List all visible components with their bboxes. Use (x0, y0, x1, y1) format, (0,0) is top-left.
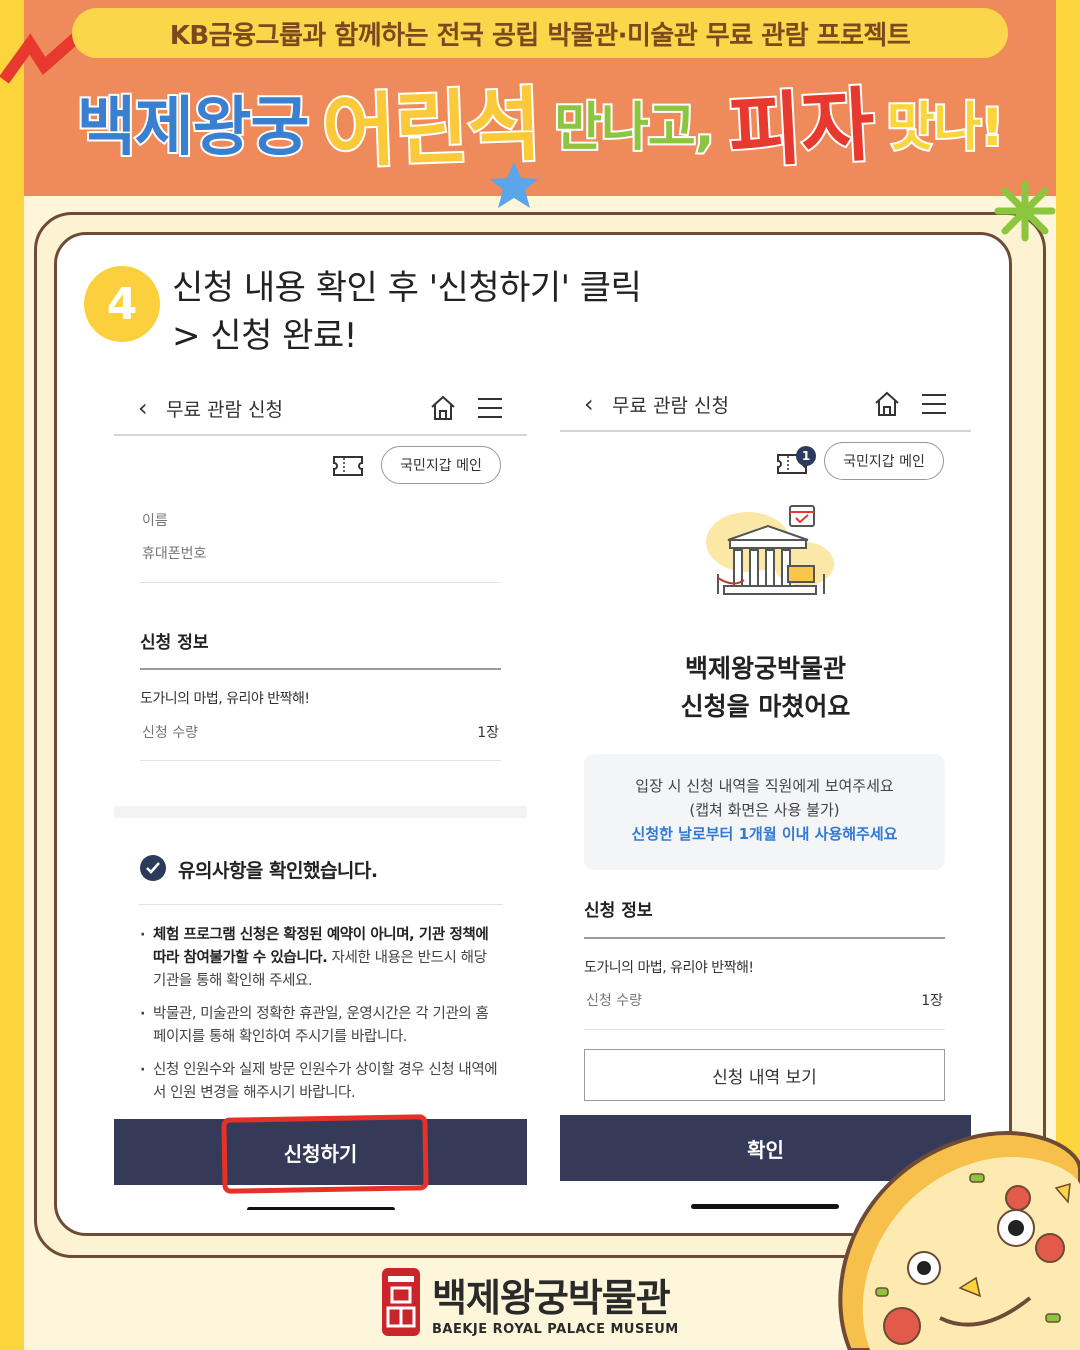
divider (138, 904, 503, 905)
hamburger-menu-icon[interactable] (921, 392, 947, 416)
check-circle-icon[interactable] (140, 855, 166, 881)
banner-text: KB금융그룹과 함께하는 전국 공립 박물관·미술관 무료 관람 프로젝트 (169, 20, 911, 51)
back-chevron-icon[interactable]: ‹ (138, 394, 148, 422)
application-form-screen: ‹ 무료 관람 신청 국민지갑 메인 이름 휴대폰번호 신청 정보 도가니의 마… (114, 378, 527, 1210)
info-box: 입장 시 신청 내역을 직원에게 보여주세요 (캡쳐 화면은 사용 불가) 신청… (584, 754, 945, 870)
qty-label: 신청 수량 (586, 993, 642, 1009)
info-line-3: 신청한 날로부터 1개월 이내 사용해주세요 (631, 825, 898, 843)
section-divider (140, 668, 501, 670)
qty-label: 신청 수량 (142, 725, 198, 741)
divider (584, 1029, 945, 1030)
qty-value: 1장 (921, 993, 943, 1009)
info-line-2: (캡쳐 화면은 사용 불가) (689, 801, 840, 819)
section-title: 신청 정보 (140, 633, 209, 653)
divider (140, 760, 501, 761)
museum-name-block: 백제왕궁박물관 BAEKJE ROYAL PALACE MUSEUM (432, 1267, 679, 1337)
headline-part-5: 맛나! (885, 96, 1006, 160)
ticket-count-badge: 1 (796, 446, 816, 466)
quantity-row: 신청 수량 1장 (586, 990, 943, 1010)
back-chevron-icon[interactable]: ‹ (584, 390, 594, 418)
program-name: 도가니의 마법, 유리야 반짝해! (140, 691, 310, 707)
home-icon[interactable] (429, 394, 457, 422)
header-pill: KB금융그룹과 함께하는 전국 공립 박물관·미술관 무료 관람 프로젝트 (72, 8, 1008, 58)
completion-title-line2: 신청을 마쳤어요 (680, 692, 851, 721)
section-title: 신청 정보 (584, 901, 653, 921)
quantity-row: 신청 수량 1장 (142, 722, 499, 742)
home-icon[interactable] (873, 390, 901, 418)
notice-item-2: 박물관, 미술관의 정확한 휴관일, 운영시간은 각 기관의 홈페이지를 통해 … (140, 1003, 500, 1049)
headline: 백제왕궁 어린석 만나고, 피자 맛나! (40, 62, 1040, 182)
notice-list: 체험 프로그램 신청은 확정된 예약이 아니며, 기관 정책에 따라 참여불가할… (140, 924, 500, 1115)
hamburger-menu-icon[interactable] (477, 396, 503, 420)
museum-illustration (706, 505, 834, 595)
section-divider (584, 937, 945, 939)
nav-title: 무료 관람 신청 (612, 395, 729, 417)
museum-name-en: BAEKJE ROYAL PALACE MUSEUM (432, 1322, 679, 1337)
section-gap (114, 806, 527, 818)
wallet-main-button[interactable]: 국민지갑 메인 (824, 442, 944, 480)
divider (140, 582, 501, 583)
home-indicator (247, 1207, 395, 1210)
completion-title-line1: 백제왕궁박물관 (684, 654, 846, 683)
application-complete-screen: ‹ 무료 관람 신청 1 국민지갑 메인 백제왕궁박물관 신청을 마쳤어요 입장… (560, 374, 971, 1210)
notice-item-3: 신청 인원수와 실제 방문 인원수가 상이할 경우 신청 내역에서 인원 변경을… (140, 1059, 500, 1105)
sparkle-deco-icon (994, 180, 1056, 242)
star-deco-icon (490, 162, 538, 208)
nav-title: 무료 관람 신청 (166, 399, 283, 421)
headline-part-1: 백제왕궁 (75, 89, 312, 167)
headline-part-3: 만나고, (552, 96, 716, 160)
qty-value: 1장 (477, 725, 499, 741)
step-title-line2: > 신청 완료! (172, 316, 357, 356)
info-line-1: 입장 시 신청 내역을 직원에게 보여주세요 (635, 777, 894, 795)
view-history-button[interactable]: 신청 내역 보기 (584, 1049, 945, 1101)
name-label: 이름 (142, 513, 168, 529)
frame-left (0, 0, 24, 1350)
museum-name: 백제왕궁박물관 (432, 1276, 671, 1320)
notice-confirmed-label[interactable]: 유의사항을 확인했습니다. (178, 856, 378, 883)
step-title-line1: 신청 내용 확인 후 '신청하기' 클릭 (172, 268, 642, 308)
highlight-annotation (221, 1114, 429, 1194)
program-name: 도가니의 마법, 유리야 반짝해! (584, 960, 754, 976)
headline-part-4: 피자 (724, 76, 878, 180)
nav-bar: ‹ 무료 관람 신청 (114, 378, 527, 436)
nav-bar: ‹ 무료 관람 신청 (560, 374, 971, 432)
ticket-icon[interactable] (332, 454, 364, 478)
pizza-illustration (838, 1131, 1080, 1350)
wallet-main-button[interactable]: 국민지갑 메인 (381, 446, 501, 484)
step-title: 신청 내용 확인 후 '신청하기' 클릭 > 신청 완료! (172, 264, 642, 360)
phone-label: 휴대폰번호 (142, 546, 207, 562)
completion-title: 백제왕궁박물관 신청을 마쳤어요 (560, 650, 971, 726)
notice-item-1: 체험 프로그램 신청은 확정된 예약이 아니며, 기관 정책에 따라 참여불가할… (140, 924, 500, 993)
home-indicator (691, 1204, 839, 1209)
museum-emblem-icon (382, 1268, 420, 1336)
museum-logo: 백제왕궁박물관 BAEKJE ROYAL PALACE MUSEUM (380, 1266, 679, 1338)
step-number-badge: 4 (84, 266, 160, 342)
